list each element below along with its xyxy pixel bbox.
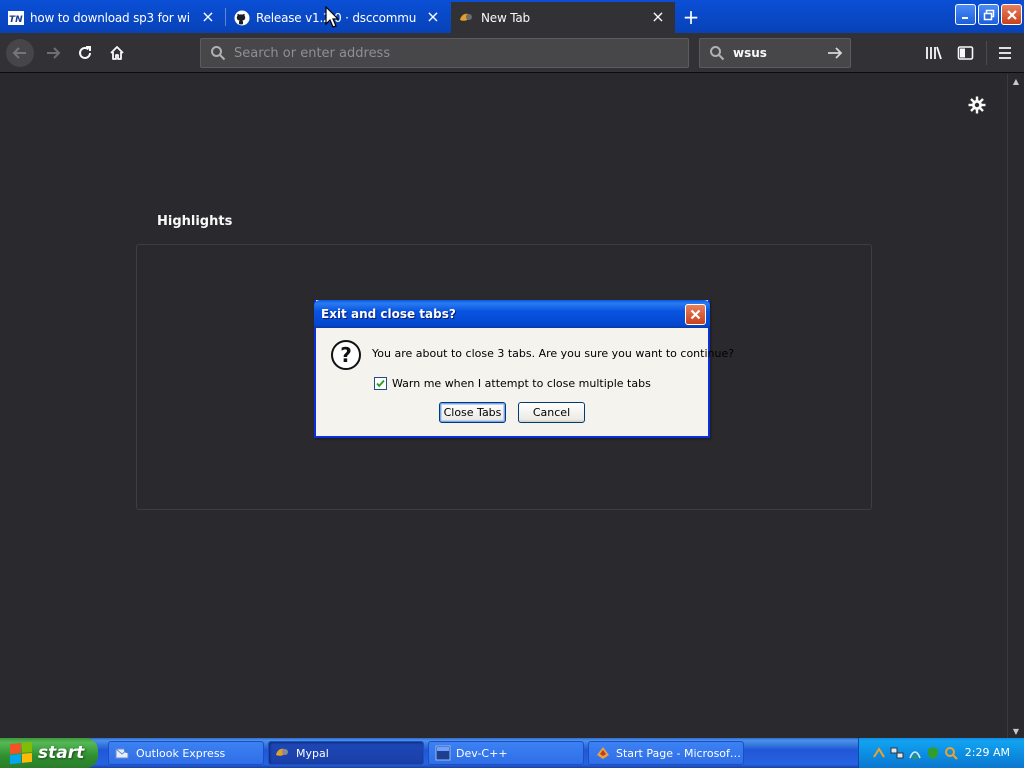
page-scrollbar[interactable]: ▲ ▼ <box>1007 74 1024 738</box>
new-tab-button[interactable]: + <box>680 5 702 29</box>
desktop-screen: TN how to download sp3 for windows × Rel… <box>0 0 1024 768</box>
home-button[interactable] <box>103 39 131 67</box>
taskbar-item-outlook-express[interactable]: Outlook Express <box>108 741 264 765</box>
toolbar-separator <box>986 41 987 65</box>
menu-hamburger-icon[interactable] <box>994 42 1016 64</box>
taskbar-item-label: Start Page - Microsof… <box>616 746 741 760</box>
url-bar[interactable] <box>200 38 689 68</box>
sidebar-toggle-icon[interactable] <box>955 42 977 64</box>
start-button[interactable]: start <box>0 738 98 768</box>
restore-window-button[interactable] <box>978 4 999 25</box>
taskbar-item-label: Outlook Express <box>136 746 226 760</box>
tray-arrow-icon[interactable] <box>871 745 887 761</box>
reload-icon <box>79 46 91 59</box>
github-icon <box>234 10 250 26</box>
close-tabs-button[interactable]: Close Tabs <box>439 402 506 423</box>
tab-title: New Tab <box>481 10 530 25</box>
warn-multiple-tabs-label[interactable]: Warn me when I attempt to close multiple… <box>392 377 651 390</box>
search-go-arrow-icon[interactable] <box>826 45 844 65</box>
tab-close-icon[interactable]: × <box>651 9 665 25</box>
windows-taskbar: start Outlook Express Mypal Dev-C++ Star… <box>0 738 1024 768</box>
tray-connection-icon[interactable] <box>907 745 923 761</box>
tn-favicon-icon: TN <box>8 10 24 26</box>
search-bar[interactable] <box>699 38 851 68</box>
windows-logo-icon <box>10 741 32 765</box>
taskbar-item-devcpp[interactable]: Dev-C++ <box>428 741 584 765</box>
tab-strip: TN how to download sp3 for windows × Rel… <box>0 0 1024 33</box>
minimize-window-button[interactable] <box>955 4 976 25</box>
taskbar-item-label: Dev-C++ <box>456 746 508 760</box>
dialog-title-bar[interactable]: Exit and close tabs? <box>314 300 710 328</box>
taskbar-item-label: Mypal <box>296 746 329 760</box>
tab-new-tab[interactable]: New Tab × <box>451 2 675 33</box>
warn-multiple-tabs-checkbox[interactable] <box>374 377 387 390</box>
forward-arrow-icon <box>47 47 61 59</box>
start-label: start <box>38 743 85 763</box>
tray-network-icon[interactable] <box>889 745 905 761</box>
scroll-down-icon[interactable]: ▼ <box>1011 726 1021 736</box>
scroll-up-icon[interactable]: ▲ <box>1011 76 1021 86</box>
tab-sp3-download[interactable]: TN how to download sp3 for windows × <box>0 2 225 33</box>
dialog-body: ? You are about to close 3 tabs. Are you… <box>316 328 734 436</box>
taskbar-clock: 2:29 AM <box>964 746 1010 759</box>
tab-close-icon[interactable]: × <box>201 9 215 25</box>
taskbar-item-mypal[interactable]: Mypal <box>268 741 424 765</box>
address-input[interactable] <box>234 45 674 61</box>
tray-security-icon[interactable] <box>925 745 941 761</box>
forward-button[interactable] <box>39 39 67 67</box>
library-icon[interactable] <box>923 42 945 64</box>
outlook-express-icon <box>115 745 131 761</box>
home-icon <box>110 46 124 60</box>
devcpp-icon <box>435 745 451 761</box>
mouse-cursor-icon <box>325 5 340 28</box>
dialog-title: Exit and close tabs? <box>321 307 456 321</box>
dialog-close-button[interactable] <box>685 304 706 325</box>
navigation-toolbar <box>0 33 1024 73</box>
question-icon: ? <box>331 340 361 370</box>
checkmark-icon <box>376 379 385 388</box>
search-icon <box>211 46 226 61</box>
visual-studio-icon <box>595 745 611 761</box>
taskbar-item-start-page[interactable]: Start Page - Microsof… <box>588 741 744 765</box>
tray-search-icon[interactable] <box>943 745 959 761</box>
settings-gear-icon[interactable] <box>966 94 988 116</box>
tab-title: how to download sp3 for windows <box>30 10 190 25</box>
back-button[interactable] <box>6 39 34 67</box>
tab-close-icon[interactable]: × <box>426 9 440 25</box>
search-input[interactable] <box>733 46 823 60</box>
cancel-button[interactable]: Cancel <box>518 402 585 423</box>
dialog-message: You are about to close 3 tabs. Are you s… <box>372 347 735 360</box>
close-window-button[interactable] <box>1001 4 1022 25</box>
search-icon <box>710 46 725 61</box>
system-tray: 2:29 AM <box>858 738 1024 768</box>
exit-close-tabs-dialog: Exit and close tabs? ? You are about to … <box>314 300 734 438</box>
back-arrow-icon <box>12 47 26 59</box>
highlights-heading: Highlights <box>157 214 233 229</box>
mypal-icon <box>275 745 291 761</box>
reload-button[interactable] <box>71 39 99 67</box>
svg-text:TN: TN <box>9 15 23 25</box>
firefox-icon <box>459 10 475 26</box>
